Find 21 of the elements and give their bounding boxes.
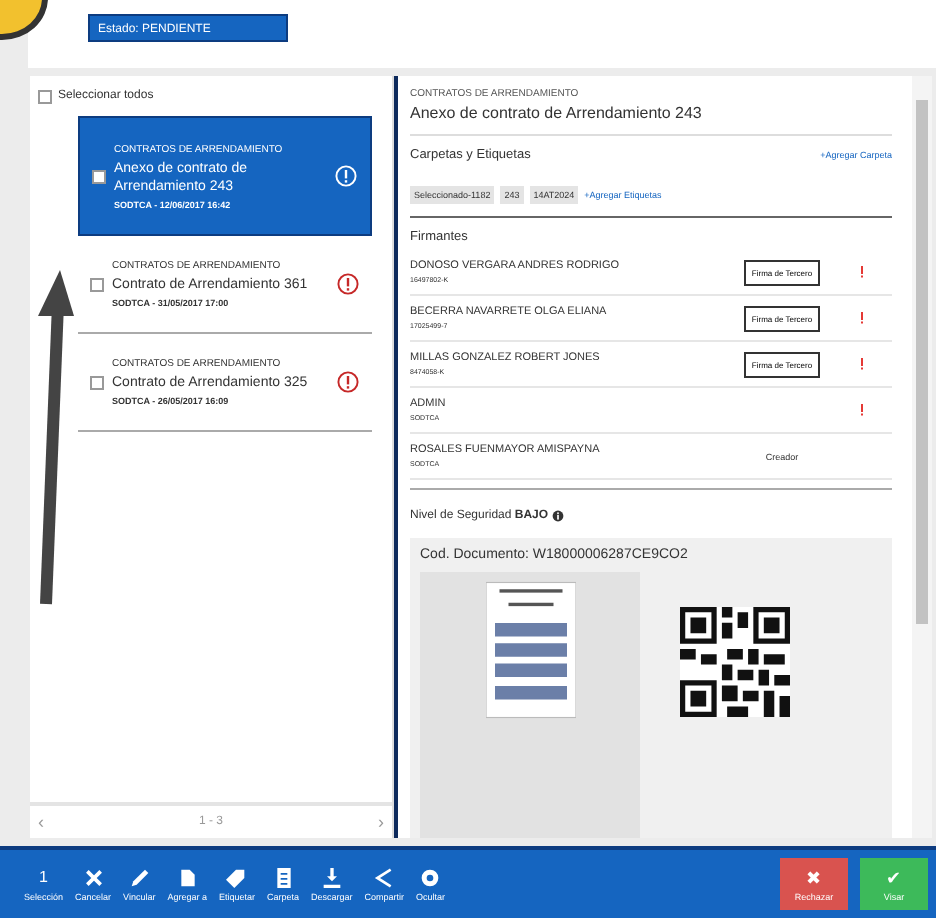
document-icon [273, 867, 293, 887]
document-page-drawing [485, 580, 575, 720]
download-icon [321, 867, 342, 887]
close-icon [83, 867, 104, 887]
eye-icon [420, 867, 441, 887]
document-title: Anexo de contrato de Arrendamiento 243 [410, 104, 704, 122]
share-icon [374, 867, 395, 887]
file-icon [177, 867, 198, 887]
alert-icon [334, 164, 358, 188]
checkbox[interactable] [92, 169, 106, 183]
previous-page-button[interactable]: ‹ [38, 812, 44, 832]
scrollbar[interactable] [912, 76, 932, 838]
tag-icon [226, 867, 247, 887]
next-page-button[interactable]: › [377, 812, 384, 832]
pencil-icon [129, 867, 150, 887]
checkbox[interactable] [90, 277, 104, 291]
checkbox[interactable] [38, 89, 52, 103]
info-icon [552, 510, 565, 522]
alert-icon [336, 272, 360, 296]
alert-icon [336, 370, 360, 394]
checkbox[interactable] [90, 375, 104, 389]
